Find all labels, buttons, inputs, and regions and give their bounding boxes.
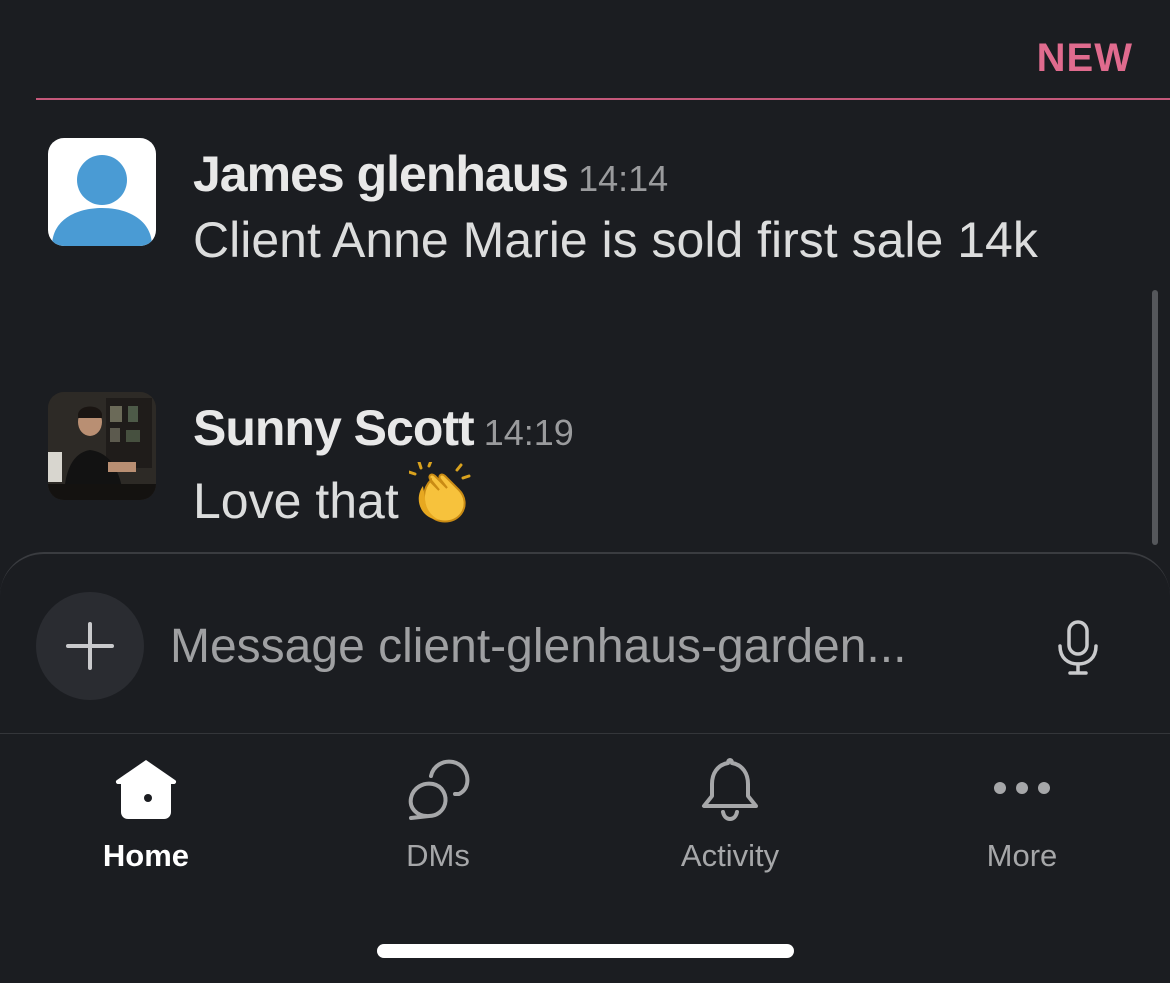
- message-composer: [0, 552, 1170, 739]
- home-indicator[interactable]: [377, 944, 794, 958]
- plus-icon: [66, 622, 114, 670]
- microphone-button[interactable]: [1056, 620, 1100, 676]
- dms-icon: [408, 759, 470, 820]
- tab-label: Activity: [680, 838, 780, 873]
- more-icon: [994, 782, 1050, 794]
- new-messages-divider: [36, 98, 1170, 100]
- message-author[interactable]: James glenhaus: [193, 146, 569, 202]
- tab-label: DMs: [406, 838, 470, 873]
- scrollbar[interactable]: [1152, 290, 1158, 545]
- add-attachment-button[interactable]: [36, 592, 144, 700]
- tab-label: Home: [102, 838, 190, 873]
- tab-more[interactable]: More: [876, 734, 1168, 894]
- default-user-avatar-icon[interactable]: [48, 138, 156, 246]
- user-photo-avatar[interactable]: [48, 392, 156, 500]
- tab-label: More: [986, 838, 1058, 873]
- message-text: Love that: [193, 473, 399, 529]
- message-input[interactable]: [170, 606, 1040, 686]
- bottom-tab-bar: Home DMs Activity More: [0, 734, 1170, 934]
- message-timestamp: 14:14: [578, 158, 669, 199]
- home-icon: [115, 760, 177, 819]
- tab-activity[interactable]: Activity: [584, 734, 876, 894]
- clapping-hands-icon: [407, 459, 471, 542]
- tab-home[interactable]: Home: [0, 734, 292, 894]
- message-timestamp: 14:19: [483, 412, 574, 453]
- tab-dms[interactable]: DMs: [292, 734, 584, 894]
- message-text: Client Anne Marie is sold first sale 14k: [193, 212, 1038, 268]
- bell-icon: [702, 758, 758, 822]
- message-author[interactable]: Sunny Scott: [193, 400, 475, 456]
- microphone-icon: [1058, 620, 1098, 675]
- new-messages-label: NEW: [1036, 36, 1133, 80]
